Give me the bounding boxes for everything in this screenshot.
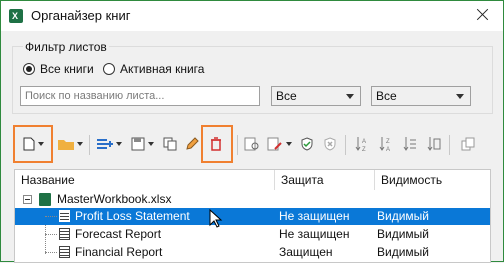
sheet-tree: Название Защита Видимость MasterWorkbook…	[14, 169, 491, 263]
preview-button[interactable]	[241, 127, 263, 161]
radio-active-indicator[interactable]	[103, 63, 115, 75]
svg-text:A: A	[386, 147, 390, 152]
sort-tabs-icon	[427, 137, 441, 151]
sheet-visibility: Видимый	[377, 209, 429, 223]
tree-guide	[45, 216, 57, 217]
column-header-protection[interactable]: Защита	[275, 170, 375, 190]
save-sheet-button[interactable]	[128, 127, 156, 161]
edit-sheet-button[interactable]	[265, 127, 293, 161]
chevron-down-icon	[115, 142, 122, 146]
sort-za-icon: ZA	[379, 137, 390, 152]
rename-button[interactable]	[182, 127, 202, 161]
visibility-select-value: Все	[376, 89, 397, 103]
table-row[interactable]: Forecast Report Не защищен Видимый	[15, 226, 490, 243]
shield-x-icon	[324, 137, 336, 151]
sort-tabs-button[interactable]	[423, 127, 445, 161]
delete-highlight	[201, 125, 233, 163]
edit-icon	[267, 137, 282, 151]
tree-guide	[45, 252, 57, 253]
sheet-icon	[59, 228, 70, 240]
svg-text:Z: Z	[386, 139, 390, 145]
mouse-cursor-icon	[209, 209, 223, 228]
protection-filter-select[interactable]: Все	[271, 86, 361, 106]
window-title: Органайзер книг	[31, 8, 131, 23]
insert-sheet-icon	[96, 139, 113, 149]
visibility-filter-select[interactable]: Все	[371, 86, 471, 106]
unprotect-button[interactable]	[319, 127, 341, 161]
filter-group-label: Фильтр листов	[23, 40, 109, 54]
radio-all-label: Все книги	[40, 62, 94, 76]
sheet-protection: Защищен	[279, 245, 333, 259]
column-header-visibility[interactable]: Видимость	[375, 170, 490, 190]
chevron-down-icon	[76, 142, 83, 146]
sheet-icon	[59, 246, 70, 258]
toolbar-separator	[89, 135, 90, 155]
svg-text:Z: Z	[362, 147, 366, 152]
sort-custom-icon	[403, 137, 416, 151]
title-bar: Органайзер книг	[1, 1, 503, 31]
radio-all-indicator[interactable]	[23, 63, 35, 75]
radio-active-label: Активная книга	[120, 62, 205, 76]
copy-button[interactable]	[159, 127, 181, 161]
sort-az-icon: AZ	[355, 137, 366, 152]
close-button[interactable]	[473, 5, 493, 25]
sheet-visibility: Видимый	[377, 227, 429, 241]
sheet-protection: Не защищен	[279, 227, 350, 241]
sheet-name: Forecast Report	[75, 227, 162, 241]
rename-icon	[186, 137, 199, 150]
sheet-name: Financial Report	[75, 245, 163, 259]
protect-button[interactable]	[296, 127, 318, 161]
sheet-name: Profit Loss Statement	[75, 209, 190, 223]
radio-active-book[interactable]: Активная книга	[103, 62, 204, 76]
shield-check-icon	[301, 137, 313, 151]
sheet-protection: Не защищен	[279, 209, 350, 223]
save-sheet-icon	[131, 137, 144, 151]
hide-sheet-button[interactable]	[457, 127, 479, 161]
organizer-window: Органайзер книг Фильтр листов Все книги …	[0, 0, 504, 263]
workbook-icon	[39, 193, 51, 206]
excel-app-icon	[9, 9, 23, 23]
new-sheet-highlight	[13, 125, 53, 163]
copy-icon	[163, 137, 177, 151]
sheet-visibility: Видимый	[377, 245, 429, 259]
sort-az-button[interactable]: AZ	[351, 127, 373, 161]
table-row[interactable]: Profit Loss Statement Не защищен Видимый	[15, 208, 490, 225]
chevron-down-icon	[456, 94, 464, 99]
open-folder-button[interactable]	[55, 127, 85, 161]
sort-za-button[interactable]: ZA	[375, 127, 397, 161]
open-folder-icon	[57, 140, 74, 150]
toolbar-separator	[345, 135, 346, 155]
chevron-down-icon	[147, 142, 154, 146]
radio-all-books[interactable]: Все книги	[23, 62, 94, 76]
workbook-name: MasterWorkbook.xlsx	[57, 192, 172, 206]
toolbar-separator	[237, 135, 238, 155]
hide-sheet-icon	[461, 137, 475, 151]
table-row[interactable]: Financial Report Защищен Видимый	[15, 244, 490, 261]
tree-guide	[45, 234, 57, 235]
collapse-icon[interactable]	[23, 195, 32, 204]
insert-sheet-button[interactable]	[94, 127, 124, 161]
column-header-name[interactable]: Название	[15, 170, 275, 190]
sheet-icon	[59, 210, 70, 222]
svg-text:A: A	[362, 139, 366, 145]
chevron-down-icon	[285, 142, 292, 146]
toolbar-separator	[449, 135, 450, 155]
preview-icon	[244, 137, 259, 151]
sort-custom-button[interactable]	[399, 127, 421, 161]
chevron-down-icon	[346, 94, 354, 99]
workbook-row[interactable]: MasterWorkbook.xlsx	[15, 191, 490, 208]
sheet-search-input[interactable]	[20, 86, 260, 106]
protection-select-value: Все	[276, 89, 297, 103]
